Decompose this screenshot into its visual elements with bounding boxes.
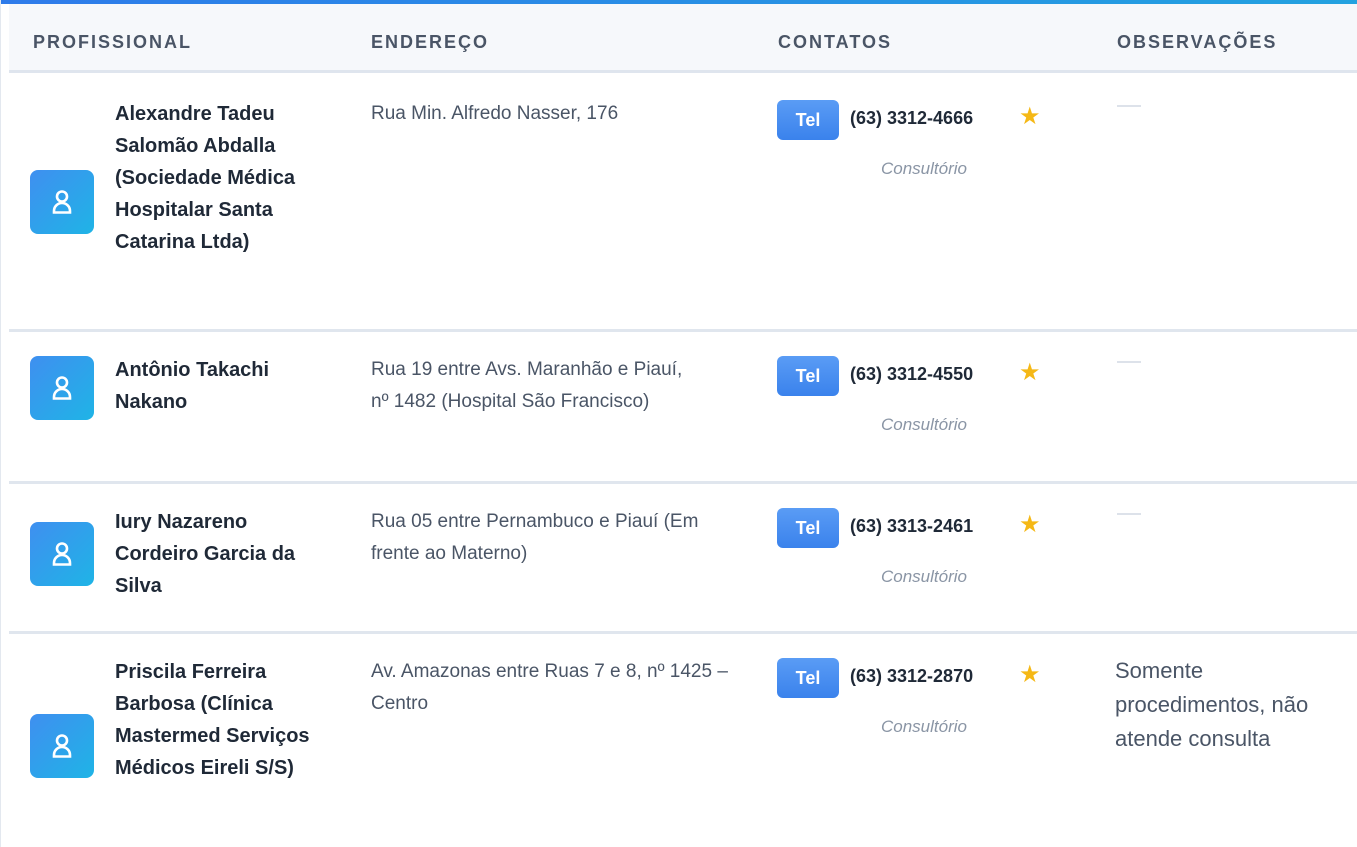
star-icon: ★ bbox=[1019, 511, 1041, 538]
table-row: Antônio Takachi Nakano Rua 19 entre Avs.… bbox=[9, 332, 1357, 484]
header-contacts: CONTATOS bbox=[778, 32, 892, 52]
address-text: Rua 19 entre Avs. Maranhão e Piauí, nº 1… bbox=[371, 359, 683, 412]
phone-location: Consultório bbox=[881, 567, 967, 586]
star-icon: ★ bbox=[1019, 359, 1041, 386]
phone-link[interactable]: (63) 3312-4550 bbox=[850, 364, 973, 385]
user-icon bbox=[30, 356, 94, 420]
phone-location: Consultório bbox=[881, 159, 967, 178]
phone-link[interactable]: (63) 3313-2461 bbox=[850, 516, 973, 537]
phone-location: Consultório bbox=[881, 415, 967, 434]
header-address: ENDEREÇO bbox=[371, 32, 490, 52]
star-icon: ★ bbox=[1019, 103, 1041, 130]
header-notes: OBSERVAÇÕES bbox=[1117, 32, 1278, 52]
professional-name: Antônio Takachi Nakano bbox=[115, 359, 270, 413]
phone-link[interactable]: (63) 3312-2870 bbox=[850, 666, 973, 687]
empty-note-dash bbox=[1117, 361, 1141, 363]
phone-location: Consultório bbox=[881, 717, 967, 736]
phone-link[interactable]: (63) 3312-4666 bbox=[850, 108, 973, 129]
empty-note-dash bbox=[1117, 513, 1141, 515]
professional-name: Alexandre Tadeu Salomão Abdalla (Socieda… bbox=[115, 103, 296, 253]
table-header: PROFISSIONAL ENDEREÇO CONTATOS OBSERVAÇÕ… bbox=[9, 4, 1357, 73]
user-icon bbox=[30, 714, 94, 778]
address-text: Rua 05 entre Pernambuco e Piauí (Em fren… bbox=[371, 511, 699, 564]
empty-note-dash bbox=[1117, 105, 1141, 107]
address-text: Av. Amazonas entre Ruas 7 e 8, nº 1425 –… bbox=[371, 661, 728, 714]
notes-text: Somente procedimentos, não atende consul… bbox=[1115, 658, 1309, 751]
tel-badge[interactable]: Tel bbox=[777, 658, 839, 698]
star-icon: ★ bbox=[1019, 661, 1041, 688]
table-row: Priscila Ferreira Barbosa (Clínica Maste… bbox=[9, 634, 1357, 847]
tel-badge[interactable]: Tel bbox=[777, 356, 839, 396]
professionals-table: PROFISSIONAL ENDEREÇO CONTATOS OBSERVAÇÕ… bbox=[0, 0, 1357, 847]
table-row: Iury Nazareno Cordeiro Garcia da Silva R… bbox=[9, 484, 1357, 634]
professional-name: Priscila Ferreira Barbosa (Clínica Maste… bbox=[115, 661, 310, 779]
professional-name: Iury Nazareno Cordeiro Garcia da Silva bbox=[115, 511, 296, 597]
tel-badge[interactable]: Tel bbox=[777, 100, 839, 140]
table-row: Alexandre Tadeu Salomão Abdalla (Socieda… bbox=[9, 76, 1357, 332]
tel-badge[interactable]: Tel bbox=[777, 508, 839, 548]
user-icon bbox=[30, 170, 94, 234]
user-icon bbox=[30, 522, 94, 586]
header-professional: PROFISSIONAL bbox=[33, 32, 193, 52]
address-text: Rua Min. Alfredo Nasser, 176 bbox=[371, 103, 619, 124]
